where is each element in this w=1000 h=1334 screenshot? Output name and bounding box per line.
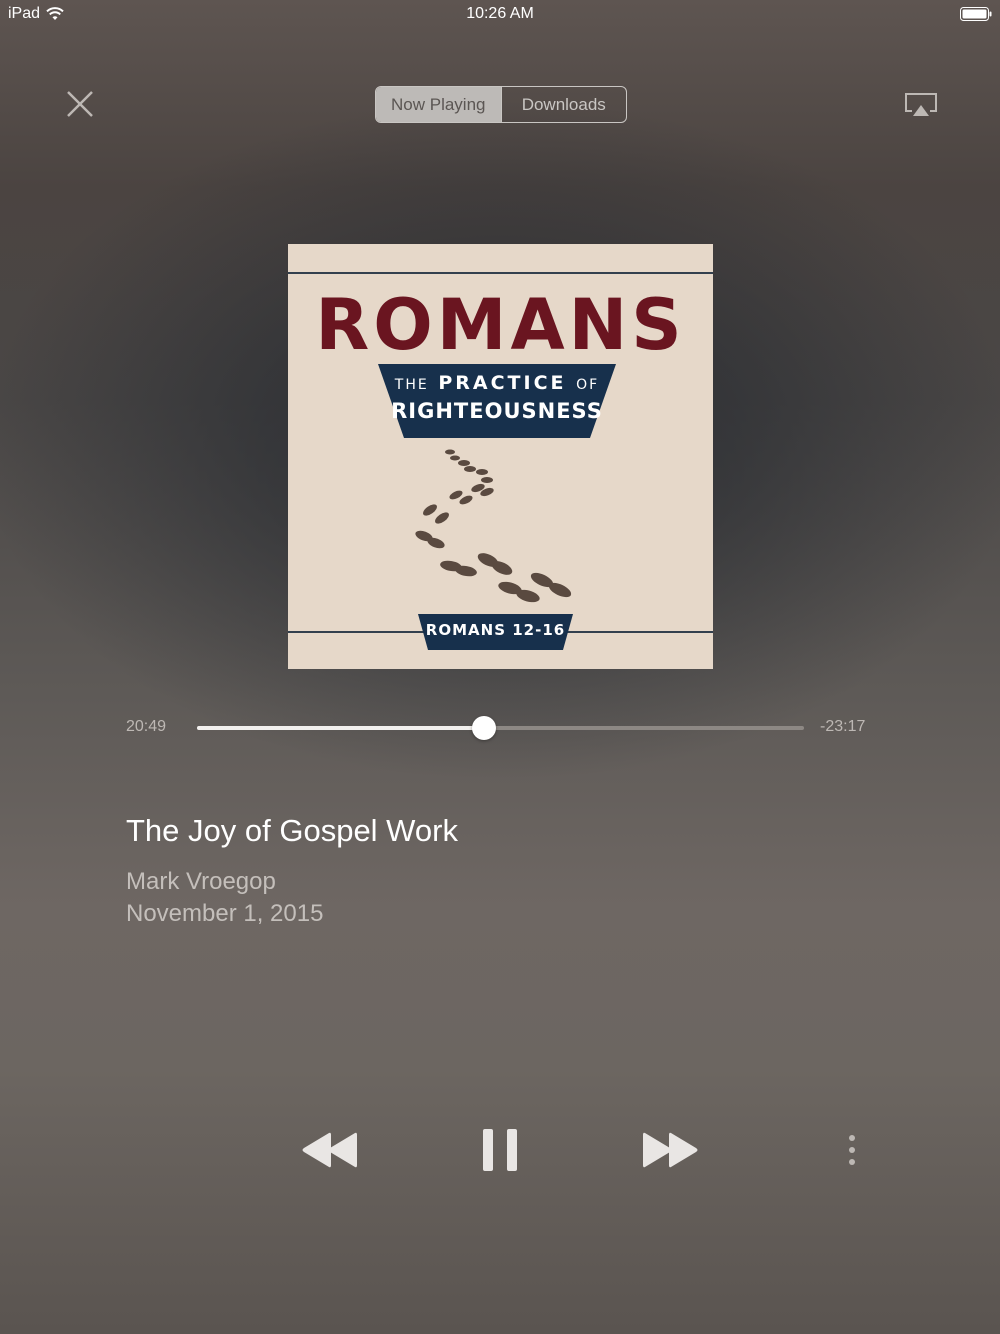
remaining-time: -23:17: [820, 718, 866, 735]
battery-icon: [960, 7, 992, 21]
elapsed-time: 20:49: [126, 718, 167, 735]
close-icon: [67, 91, 93, 117]
view-segmented-control: Now Playing Downloads: [375, 86, 627, 123]
airplay-button[interactable]: [903, 92, 939, 118]
rewind-button[interactable]: [300, 1130, 360, 1170]
close-button[interactable]: [64, 88, 96, 120]
track-speaker: Mark Vroegop: [126, 868, 276, 895]
artwork-reference: ROMANS 12-16: [425, 621, 566, 639]
album-artwork: ROMANS THE PRACTICE OF RIGHTEOUSNESS ROM…: [288, 244, 713, 669]
playback-scrubber[interactable]: [197, 716, 804, 740]
status-time: 10:26 AM: [466, 5, 534, 22]
pause-button[interactable]: [480, 1128, 520, 1172]
more-vertical-icon: [849, 1135, 855, 1165]
more-options-button[interactable]: [842, 1134, 862, 1168]
pause-icon: [483, 1129, 517, 1171]
scrubber-fill: [197, 726, 485, 730]
scrubber-thumb[interactable]: [472, 716, 497, 740]
rewind-icon: [302, 1132, 357, 1168]
airplay-icon: [905, 93, 937, 116]
track-title: The Joy of Gospel Work: [126, 813, 458, 848]
track-date: November 1, 2015: [126, 900, 324, 927]
tab-now-playing[interactable]: Now Playing: [376, 87, 501, 122]
status-bar: iPad 10:26 AM: [0, 0, 1000, 28]
footprints-illustration: [415, 449, 572, 603]
fast-forward-button[interactable]: [640, 1130, 700, 1170]
tab-downloads[interactable]: Downloads: [500, 87, 627, 122]
fast-forward-icon: [643, 1132, 698, 1168]
